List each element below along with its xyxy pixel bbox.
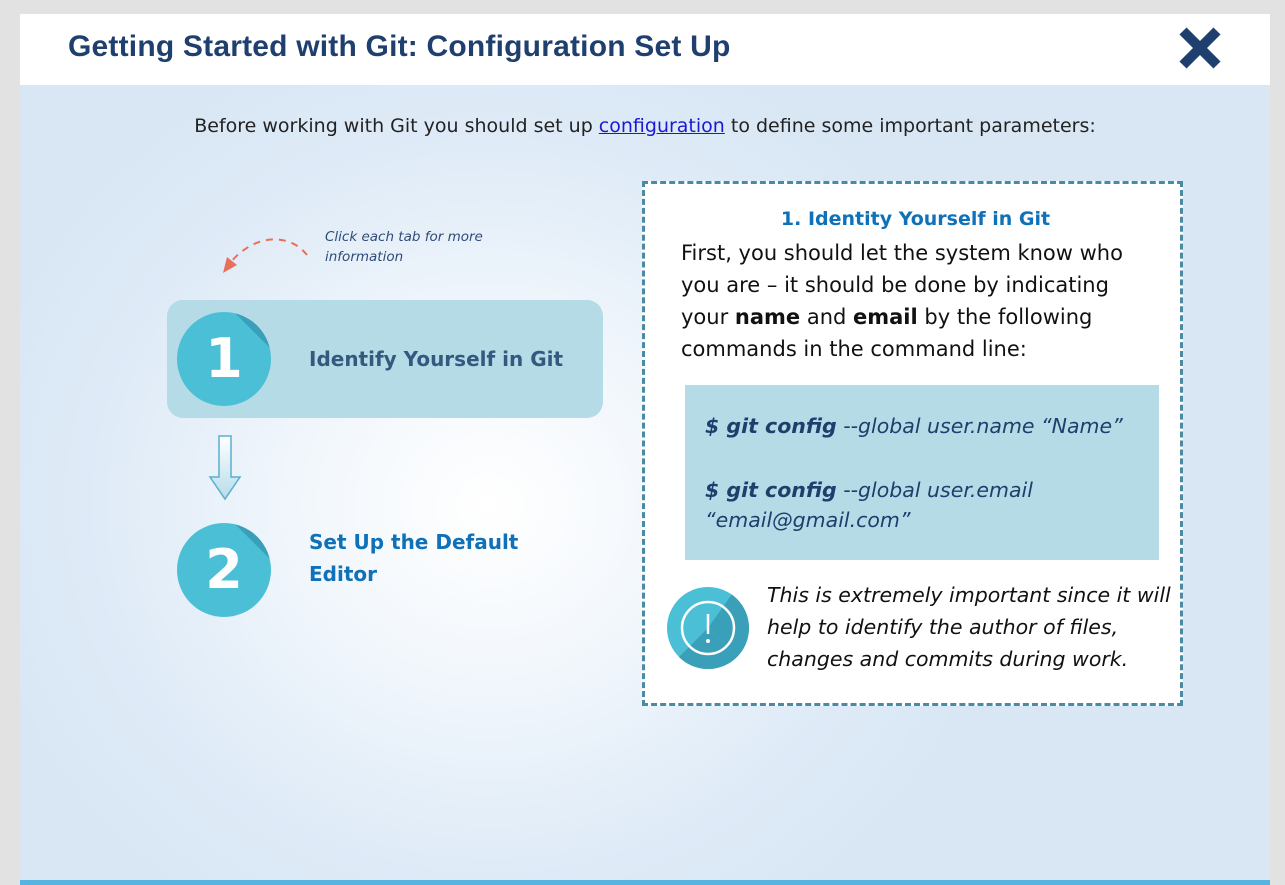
step-number: 2 [205, 538, 243, 601]
intro-before: Before working with Git you should set u… [194, 115, 599, 137]
configuration-link[interactable]: configuration [599, 115, 725, 137]
dialog-title: Getting Started with Git: Configuration … [68, 30, 731, 63]
code-line: $ git config --global user.email “email@… [705, 478, 1033, 532]
code-line: $ git config --global user.name “Name” [705, 414, 1123, 438]
intro-after: to define some important parameters: [724, 115, 1096, 137]
tab-label: Identify Yourself in Git [309, 347, 564, 371]
intro-text: Before working with Git you should set u… [20, 115, 1270, 137]
step-number-badge: 1 [177, 312, 271, 406]
tab-identify-yourself[interactable]: 1 Identify Yourself in Git [167, 300, 603, 418]
step-number-badge: 2 [177, 523, 271, 617]
hint-text: Click each tab for more information [325, 229, 483, 265]
tab-default-editor[interactable]: 2 Set Up the Default Editor [167, 511, 603, 629]
panel-title: 1. Identity Yourself in Git [780, 208, 1051, 230]
down-arrow-icon [208, 435, 242, 501]
dialog-header: Getting Started with Git: Configuration … [20, 14, 1270, 85]
tab-label: Set Up the Default Editor [309, 530, 519, 586]
dialog-window: Getting Started with Git: Configuration … [20, 14, 1270, 885]
close-button[interactable] [1176, 24, 1224, 72]
bottom-bar [20, 880, 1270, 885]
step-number: 1 [205, 327, 243, 390]
note-text: This is extremely important since it wil… [767, 583, 1171, 671]
curved-dashed-arrow-icon [223, 238, 308, 273]
code-block: $ git config --global user.name “Name” $… [685, 385, 1159, 560]
email-keyword: email [853, 305, 918, 329]
content-area: Before working with Git you should set u… [20, 85, 1270, 885]
name-keyword: name [734, 305, 801, 329]
exclamation-circle-icon [667, 587, 749, 669]
info-panel: 1. Identity Yourself in Git First, you s… [642, 181, 1183, 706]
close-x-icon [1179, 27, 1221, 69]
panel-body-text: First, you should let the system know wh… [681, 241, 1123, 361]
